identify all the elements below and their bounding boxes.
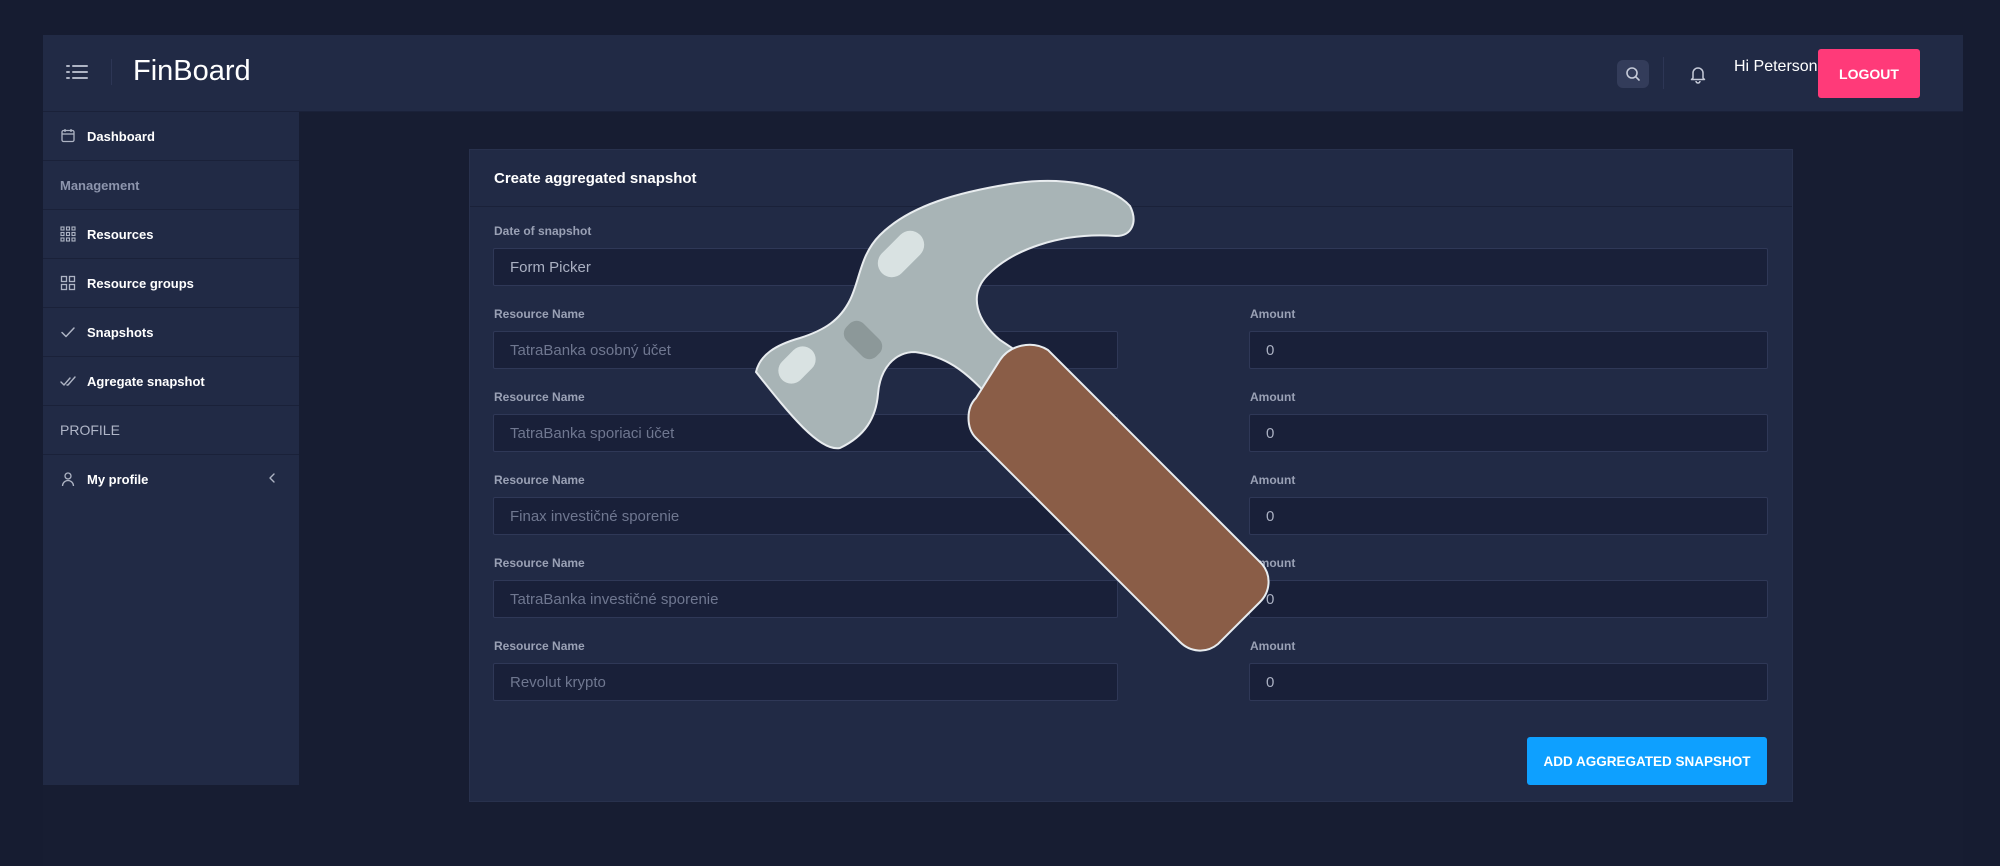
sidebar-item-label: My profile (87, 471, 149, 487)
amount-input[interactable]: 0 (1249, 414, 1768, 452)
search-button[interactable] (1617, 60, 1649, 88)
logout-button[interactable]: LOGOUT (1818, 49, 1920, 98)
grid-squares-icon (60, 275, 76, 291)
amount-input[interactable]: 0 (1249, 331, 1768, 369)
date-picker-input[interactable]: Form Picker (493, 248, 1768, 286)
sidebar-item-label: Snapshots (87, 324, 154, 340)
amount-input[interactable]: 0 (1249, 663, 1768, 701)
resource-name-input[interactable]: TatraBanka investičné sporenie (493, 580, 1118, 618)
app-title: FinBoard (133, 55, 251, 87)
date-label: Date of snapshot (494, 224, 592, 238)
sidebar-item-label: Dashboard (87, 128, 155, 144)
sidebar-item-snapshots[interactable]: Snapshots (43, 308, 299, 357)
notifications-button[interactable] (1683, 59, 1713, 89)
header-divider (1663, 57, 1664, 89)
sidebar-item-agregate-snapshot[interactable]: Agregate snapshot (43, 357, 299, 406)
add-aggregated-snapshot-button[interactable]: ADD AGGREGATED SNAPSHOT (1527, 737, 1767, 785)
user-icon (60, 471, 76, 487)
grid-dots-icon (60, 226, 76, 242)
top-bar: FinBoard Hi Peterson! LOGOUT (43, 35, 1963, 112)
resource-name-input[interactable]: Revolut krypto (493, 663, 1118, 701)
sidebar-item-my-profile[interactable]: My profile (43, 455, 299, 503)
resource-name-label: Resource Name (494, 639, 585, 653)
amount-input[interactable]: 0 (1249, 497, 1768, 535)
resource-name-input[interactable]: TatraBanka sporiaci účet (493, 414, 1118, 452)
amount-label: Amount (1250, 639, 1296, 653)
resource-name-input[interactable]: TatraBanka osobný účet (493, 331, 1118, 369)
sidebar-section-management: Management (43, 161, 299, 210)
app-frame: FinBoard Hi Peterson! LOGOUT Dashboard M… (43, 35, 1963, 866)
sidebar-section-profile: PROFILE (43, 406, 299, 455)
user-greeting: Hi Peterson! (1733, 58, 1823, 75)
amount-input[interactable]: 0 (1249, 580, 1768, 618)
sidebar-item-label: Resource groups (87, 275, 194, 291)
header-divider (111, 59, 112, 85)
resource-name-input[interactable]: Finax investičné sporenie (493, 497, 1118, 535)
menu-toggle-icon[interactable] (66, 62, 88, 82)
sidebar: Dashboard Management Resources Resource … (43, 112, 299, 785)
search-icon (1626, 67, 1640, 81)
amount-label: Amount (1250, 556, 1296, 570)
sidebar-item-resource-groups[interactable]: Resource groups (43, 259, 299, 308)
amount-label: Amount (1250, 390, 1296, 404)
sidebar-item-label: Agregate snapshot (87, 373, 205, 389)
chevron-left-icon[interactable] (267, 471, 277, 490)
resource-name-label: Resource Name (494, 556, 585, 570)
resource-name-label: Resource Name (494, 473, 585, 487)
card-title: Create aggregated snapshot (470, 150, 1792, 207)
check-icon (60, 324, 76, 340)
snapshot-form-card: Create aggregated snapshot Date of snaps… (469, 149, 1793, 802)
bell-icon (1690, 67, 1706, 84)
amount-label: Amount (1250, 307, 1296, 321)
sidebar-item-label: Resources (87, 226, 154, 242)
sidebar-item-dashboard[interactable]: Dashboard (43, 112, 299, 161)
resource-name-label: Resource Name (494, 307, 585, 321)
resource-name-label: Resource Name (494, 390, 585, 404)
amount-label: Amount (1250, 473, 1296, 487)
sidebar-item-resources[interactable]: Resources (43, 210, 299, 259)
calendar-icon (60, 128, 76, 144)
double-check-icon (60, 373, 76, 389)
